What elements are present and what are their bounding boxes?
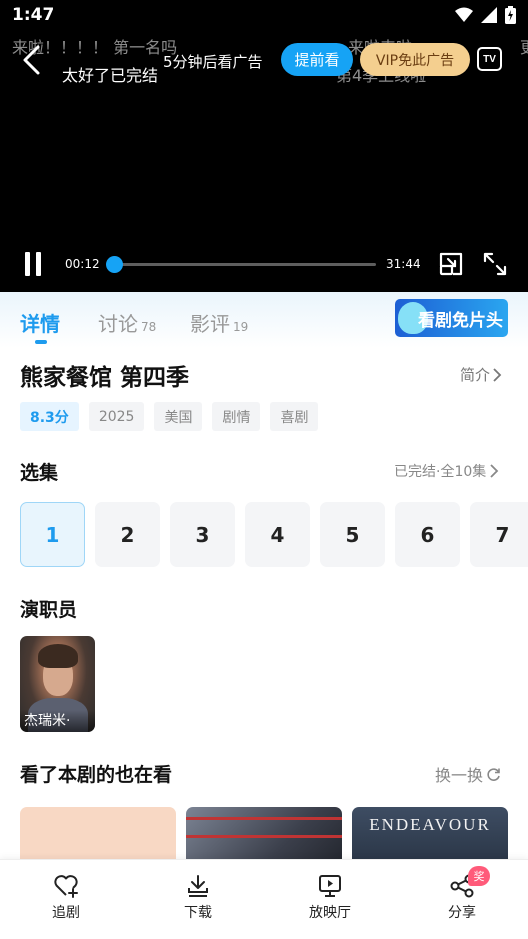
- pause-icon[interactable]: [23, 252, 43, 276]
- bottom-bar-label: 追剧: [52, 905, 80, 921]
- video-player[interactable]: 1:47 来啦！！！！ 第一名吗 太好了已完结 来啦来啦 第4季上线啦 更 5分…: [0, 0, 528, 292]
- episode-button[interactable]: 3: [170, 502, 235, 567]
- current-time: 00:12: [65, 257, 100, 271]
- episode-button[interactable]: 4: [245, 502, 310, 567]
- refresh-label: 换一换: [435, 766, 484, 785]
- progress-slider[interactable]: [105, 256, 376, 273]
- cellular-signal-icon: [481, 7, 497, 23]
- battery-icon: [505, 6, 516, 24]
- tab-label: 影评: [190, 312, 230, 336]
- heart-plus-icon: [54, 875, 78, 898]
- tab-reviews[interactable]: 影评 19: [190, 308, 248, 337]
- screening-room-button[interactable]: 放映厅: [290, 874, 370, 922]
- ad-countdown-text: 5分钟后看广告: [163, 53, 263, 71]
- vip-skip-ad-button[interactable]: VIP免此广告: [360, 43, 470, 76]
- back-arrow-icon[interactable]: [18, 44, 46, 76]
- progress-thumb[interactable]: [105, 256, 123, 273]
- bottom-bar-label: 下载: [184, 905, 212, 921]
- tab-label: 详情: [20, 312, 60, 336]
- cast-photo-hair: [38, 644, 78, 668]
- follow-show-button[interactable]: 追剧: [26, 874, 106, 922]
- poster-rope: [186, 835, 342, 838]
- danmaku-comment: 太好了已完结: [62, 66, 159, 85]
- total-time: 31:44: [386, 257, 421, 271]
- refresh-button[interactable]: 换一换: [435, 762, 501, 786]
- year-tag[interactable]: 2025: [88, 402, 145, 431]
- show-title: 熊家餐馆 第四季: [20, 365, 190, 391]
- episode-button[interactable]: 6: [395, 502, 460, 567]
- tab-details[interactable]: 详情: [20, 308, 60, 337]
- reward-badge: 奖: [468, 866, 490, 886]
- download-icon: [188, 875, 208, 897]
- show-tags: 8.3分 2025 美国 剧情 喜剧: [20, 402, 319, 431]
- poster-rope: [186, 817, 342, 820]
- recommendations-title: 看了本剧的也在看: [20, 764, 173, 786]
- tab-count: 78: [141, 320, 157, 334]
- danmaku-comment: 更: [520, 34, 528, 58]
- cast-member-name: 杰瑞米·: [20, 710, 95, 732]
- episode-list: 1 2 3 4 5 6 7: [20, 502, 528, 567]
- rating-tag: 8.3分: [20, 402, 79, 431]
- status-time: 1:47: [12, 5, 55, 25]
- intro-link[interactable]: 简介: [460, 364, 502, 385]
- promo-label: 看剧免片头: [418, 310, 503, 331]
- bottom-bar-label: 分享: [448, 905, 476, 921]
- watch-early-button[interactable]: 提前看: [281, 43, 353, 76]
- episode-button[interactable]: 1: [20, 502, 85, 567]
- genre-tag[interactable]: 剧情: [212, 402, 261, 431]
- cast-title: 演职员: [20, 599, 78, 621]
- status-bar: 1:47: [0, 0, 528, 30]
- all-episodes-link[interactable]: 已完结·全10集: [394, 461, 499, 481]
- wifi-icon: [455, 7, 473, 22]
- episode-button[interactable]: 7: [470, 502, 528, 567]
- skip-intro-promo-banner[interactable]: 看剧免片头: [395, 299, 508, 337]
- poster-title: ENDEAVOUR: [369, 815, 491, 834]
- episode-button[interactable]: 5: [320, 502, 385, 567]
- screening-room-icon: [319, 875, 341, 897]
- fullscreen-icon[interactable]: [482, 251, 508, 277]
- picture-in-picture-icon[interactable]: [438, 251, 464, 277]
- genre-tag[interactable]: 喜剧: [270, 402, 319, 431]
- cast-member-card[interactable]: 杰瑞米·: [20, 636, 95, 732]
- tv-icon-label: TV: [483, 53, 496, 65]
- tab-count: 19: [233, 320, 249, 334]
- tab-label: 讨论: [98, 312, 138, 336]
- bottom-action-bar: 追剧 下载 放映厅 分享 奖: [0, 859, 528, 939]
- share-button[interactable]: 分享 奖: [422, 866, 502, 922]
- status-icons: [455, 6, 516, 24]
- tab-discussion[interactable]: 讨论 78: [98, 308, 156, 337]
- active-tab-indicator: [35, 340, 47, 344]
- cast-to-tv-button[interactable]: TV: [477, 47, 502, 71]
- chevron-right-icon: [490, 464, 499, 478]
- bottom-bar-label: 放映厅: [309, 905, 351, 921]
- episodes-title: 选集: [20, 462, 59, 484]
- episode-button[interactable]: 2: [95, 502, 160, 567]
- episodes-status: 已完结·全10集: [394, 464, 487, 480]
- chevron-right-icon: [493, 367, 502, 382]
- refresh-icon: [487, 767, 500, 781]
- intro-label: 简介: [460, 366, 491, 384]
- region-tag[interactable]: 美国: [154, 402, 203, 431]
- download-button[interactable]: 下载: [158, 874, 238, 922]
